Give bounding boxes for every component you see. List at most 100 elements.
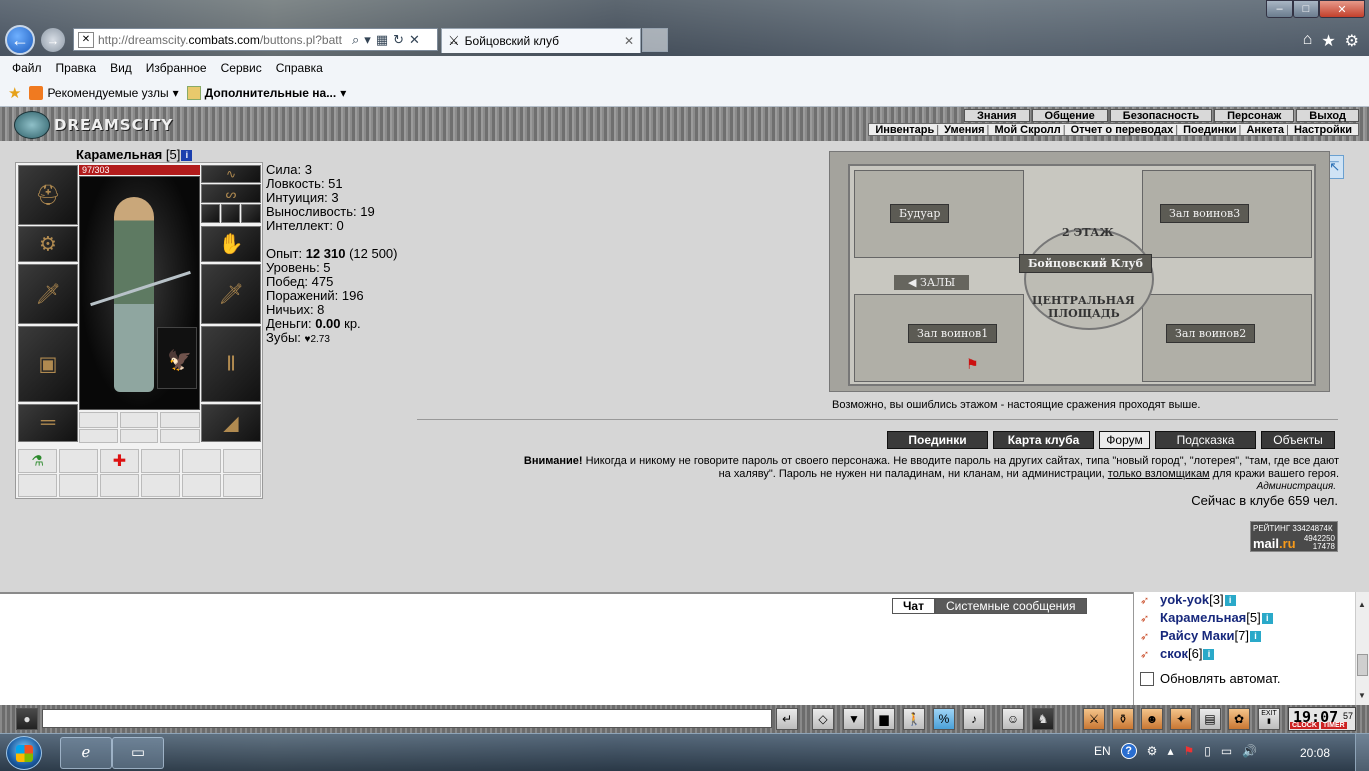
walk-icon[interactable]: 🚶 (903, 708, 925, 730)
inventory-icon[interactable]: ▤ (1199, 708, 1221, 730)
show-desktop-button[interactable] (1355, 734, 1369, 771)
helmet-slot[interactable]: ⛑ (18, 165, 78, 225)
tab-close-icon[interactable]: ✕ (624, 34, 634, 48)
belt-item-slot-8[interactable] (59, 474, 98, 497)
help-icon[interactable]: ? (1120, 743, 1137, 759)
tools-gear-icon[interactable]: ⚙ (1345, 31, 1359, 51)
menu-edit[interactable]: Правка (56, 61, 97, 75)
forward-button[interactable]: → (41, 28, 65, 52)
boots-slot[interactable]: ◢ (201, 404, 261, 442)
info-icon[interactable]: i (1203, 649, 1215, 661)
address-url[interactable]: http://dreamscity.combats.com/buttons.pl… (98, 33, 348, 47)
belt-item-slot-2[interactable] (59, 449, 98, 473)
scroll-up-icon[interactable]: ▲ (1358, 600, 1366, 609)
taskbar-app[interactable]: ▭ (112, 737, 164, 769)
ring-slot-1[interactable] (201, 204, 220, 223)
user-action-icon[interactable]: ➶ (1140, 648, 1160, 661)
rune-slot-4[interactable] (79, 429, 118, 443)
map-square-line2[interactable]: ПЛОЩАДЬ (1048, 307, 1120, 320)
character-avatar[interactable]: 🦅 (79, 176, 200, 410)
menu-view[interactable]: Вид (110, 61, 132, 75)
forum-button[interactable]: Форум (1099, 431, 1150, 449)
rune-slot-3[interactable] (160, 412, 200, 428)
belt-item-slot-11[interactable] (182, 474, 221, 497)
pet-icon[interactable]: ✿ (1228, 708, 1250, 730)
exit-button[interactable]: EXIT ▮ (1258, 708, 1280, 730)
info-icon[interactable]: i (1224, 595, 1236, 607)
hint-button[interactable]: Подсказка (1155, 431, 1256, 449)
tab-system-messages[interactable]: Системные сообщения (934, 598, 1087, 614)
belt-item-slot-7[interactable] (18, 474, 57, 497)
smiley-icon[interactable]: ☺ (1002, 708, 1024, 730)
add-favorite-star-icon[interactable]: ★ (8, 84, 21, 102)
timer-label[interactable]: TIMER (1320, 722, 1347, 729)
top-menu-exit[interactable]: Выход (1296, 109, 1359, 122)
sub-menu-inventory[interactable]: Инвентарь (875, 124, 934, 136)
map-floor-label[interactable]: 2 ЭТАЖ (1062, 226, 1114, 239)
info-icon[interactable]: i (181, 150, 193, 162)
weapon-right-slot[interactable]: 🗡 (201, 264, 261, 324)
list-item[interactable]: ➶ скок[6] i (1140, 646, 1215, 661)
ring-slot-3[interactable] (241, 204, 261, 223)
tray-expand-icon[interactable]: ▴ (1167, 744, 1173, 758)
user-action-icon[interactable]: ➶ (1140, 612, 1160, 625)
gloves-slot[interactable]: ✋ (201, 226, 261, 262)
sub-menu-profile[interactable]: Анкета (1246, 124, 1284, 136)
sub-menu-settings[interactable]: Настройки (1294, 124, 1352, 136)
browser-tab[interactable]: ⚔ Бойцовский клуб ✕ (441, 28, 641, 53)
sub-menu-scroll[interactable]: Мой Скролл (994, 124, 1060, 136)
info-icon[interactable]: i (1261, 613, 1273, 625)
stop-icon[interactable]: ✕ (409, 32, 420, 48)
game-logo[interactable]: DREAMSCITY (14, 111, 173, 139)
team-icon[interactable]: ☻ (1141, 708, 1163, 730)
close-window-button[interactable]: ✕ (1319, 0, 1365, 18)
network-icon[interactable]: ▭ (1221, 744, 1232, 758)
send-icon[interactable]: ↵ (776, 708, 798, 730)
belt-item-slot-9[interactable] (100, 474, 139, 497)
back-button[interactable]: ← (5, 25, 35, 55)
scroll-thumb[interactable] (1357, 654, 1368, 676)
user-action-icon[interactable]: ➶ (1140, 594, 1160, 607)
room-label-boudoir[interactable]: Будуар (890, 204, 950, 223)
address-bar[interactable]: ✕ http://dreamscity.combats.com/buttons.… (73, 28, 438, 51)
eraser-icon[interactable]: ◇ (812, 708, 834, 730)
top-menu-character[interactable]: Персонаж (1214, 109, 1295, 122)
sub-menu-skills[interactable]: Умения (944, 124, 984, 136)
user-list-scrollbar[interactable]: ▲ ▼ (1355, 592, 1369, 706)
user-action-icon[interactable]: ➶ (1140, 630, 1160, 643)
refresh-icon[interactable]: ↻ (393, 32, 404, 48)
fav-suggested-sites[interactable]: Рекомендуемые узлы ▾ (29, 86, 179, 100)
pet-slot[interactable]: 🦅 (157, 327, 197, 389)
battery-icon[interactable]: ▯ (1204, 744, 1211, 758)
translit-icon[interactable]: % (933, 708, 955, 730)
chat-mode-icon[interactable]: ● (16, 708, 38, 730)
start-button[interactable] (6, 736, 42, 770)
sub-menu-fights[interactable]: Поединки (1183, 124, 1236, 136)
info-icon[interactable]: i (1249, 631, 1261, 643)
earrings-slot[interactable]: ᔕ (201, 184, 261, 203)
map-halls-label[interactable]: ◀ ЗАЛЫ (894, 275, 970, 290)
map-club-label[interactable]: Бойцовский Клуб (1019, 254, 1152, 273)
attack-icon[interactable]: ⚔ (1083, 708, 1105, 730)
volume-icon[interactable]: 🔊 (1242, 744, 1257, 758)
save-log-icon[interactable]: ▆ (873, 708, 895, 730)
menu-file[interactable]: Файл (12, 61, 42, 75)
scroll-down-icon[interactable]: ▼ (1358, 691, 1366, 700)
belt-item-slot-10[interactable] (141, 474, 180, 497)
room-label-hall3[interactable]: Зал воинов3 (1160, 204, 1250, 223)
room-label-hall2[interactable]: Зал воинов2 (1166, 324, 1256, 343)
objects-button[interactable]: Объекты (1261, 431, 1335, 449)
leggings-slot[interactable]: Ⅱ (201, 326, 261, 402)
tray-tools-icon[interactable]: ⚙ (1147, 744, 1158, 758)
clan-icon[interactable]: ♞ (1032, 708, 1054, 730)
belt-item-slot-1[interactable]: ⚗ (18, 449, 57, 473)
top-menu-social[interactable]: Общение (1031, 109, 1108, 122)
rune-slot-6[interactable] (160, 429, 200, 443)
rune-slot-1[interactable] (79, 412, 118, 428)
map-square-line1[interactable]: ЦЕНТРАЛЬНАЯ (1032, 294, 1135, 307)
top-menu-knowledge[interactable]: Знания (964, 109, 1030, 122)
fights-button[interactable]: Поединки (887, 431, 988, 449)
sound-icon[interactable]: ♪ (963, 708, 985, 730)
auto-update-checkbox[interactable] (1140, 671, 1154, 686)
rune-slot-5[interactable] (120, 429, 158, 443)
